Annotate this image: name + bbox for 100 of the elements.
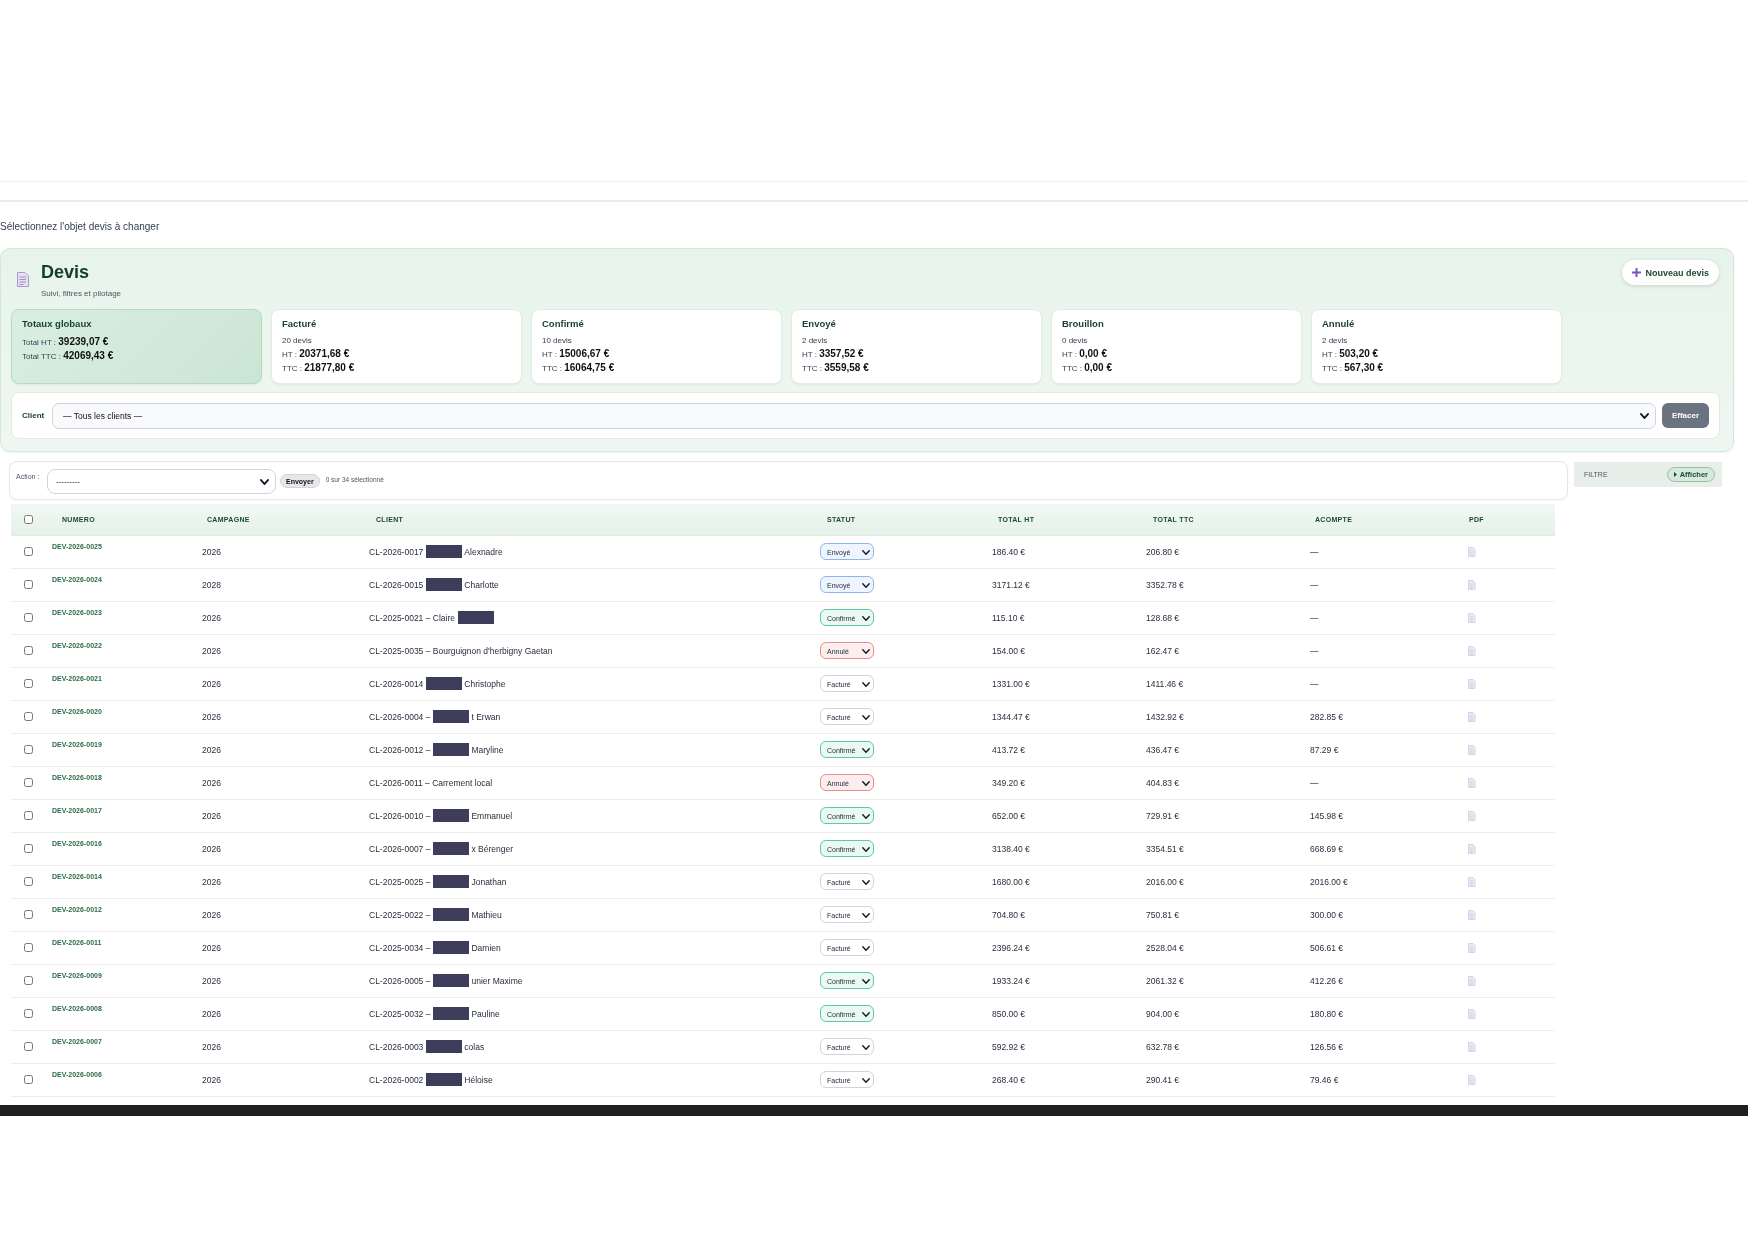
table-cell: 1344.47 € <box>987 700 1141 733</box>
table-cell: 2028 <box>197 568 364 601</box>
row-checkbox[interactable] <box>24 712 33 721</box>
table-cell: 115.10 € <box>987 601 1141 634</box>
row-checkbox[interactable] <box>24 580 33 589</box>
row-checkbox[interactable] <box>24 943 33 952</box>
chevron-icon <box>862 582 870 588</box>
amount-line: Total TTC : 42069,43 € <box>22 349 115 363</box>
amount-line: TTC : 21877,80 € <box>282 361 356 375</box>
document-icon <box>1468 975 1476 986</box>
row-checkbox[interactable] <box>24 778 33 787</box>
client-name: Jonathan <box>471 876 507 887</box>
new-quote-button[interactable]: Nouveau devis <box>1622 260 1719 285</box>
quote-count: 2 devis <box>802 335 829 347</box>
action-select[interactable]: --------- <box>47 469 276 494</box>
table-cell: 3354.51 € <box>1141 832 1305 865</box>
client-name: Pauline <box>471 1008 500 1019</box>
table-cell: 3138.40 € <box>987 832 1141 865</box>
chevron-icon <box>862 780 870 786</box>
table-cell: 632.78 € <box>1141 1030 1305 1063</box>
table-cell: 154.00 € <box>987 634 1141 667</box>
table-cell: 282.85 € <box>1305 700 1463 733</box>
table-cell: 206.80 € <box>1141 535 1305 568</box>
client-name: Mathieu <box>471 909 502 920</box>
table-cell: 2026 <box>197 1030 364 1063</box>
card-title: Envoyé <box>802 317 837 330</box>
card-title: Brouillon <box>1062 317 1105 330</box>
row-checkbox[interactable] <box>24 811 33 820</box>
redaction-block <box>433 974 470 987</box>
table-cell: 2026 <box>197 667 364 700</box>
amount-line: TTC : 567,30 € <box>1322 361 1385 375</box>
row-checkbox[interactable] <box>24 1075 33 1084</box>
row-checkbox[interactable] <box>24 646 33 655</box>
select-all-checkbox[interactable] <box>24 514 33 524</box>
client-name: CL-2025-0025 – <box>369 876 431 887</box>
row-checkbox[interactable] <box>24 613 33 622</box>
table-cell: 87.29 € <box>1305 733 1463 766</box>
document-icon <box>1468 777 1476 788</box>
client-name: CL-2026-0015 <box>369 579 424 590</box>
row-checkbox[interactable] <box>24 844 33 853</box>
table-cell: — <box>1305 634 1463 667</box>
clear-button[interactable]: Effacer <box>1662 403 1709 428</box>
document-icon <box>1468 579 1476 590</box>
row-checkbox[interactable] <box>24 745 33 754</box>
client-name: Maryline <box>471 744 504 755</box>
table-cell: — <box>1305 667 1463 700</box>
table-cell: 652.00 € <box>987 799 1141 832</box>
row-checkbox[interactable] <box>24 679 33 688</box>
client-name: CL-2025-0022 – <box>369 909 431 920</box>
table-cell: 2026 <box>197 964 364 997</box>
document-icon <box>1468 744 1476 755</box>
client-name: CL-2026-0010 – <box>369 810 431 821</box>
client-select[interactable]: — Tous les clients — <box>52 402 1656 429</box>
table-cell: 592.92 € <box>987 1030 1141 1063</box>
table-cell: 2026 <box>197 634 364 667</box>
chevron-icon <box>260 478 269 485</box>
redaction-block <box>433 842 470 855</box>
table-cell: 404.83 € <box>1141 766 1305 799</box>
table-cell: — <box>1305 568 1463 601</box>
redaction-block <box>433 1007 470 1020</box>
table-cell: 2026 <box>197 997 364 1030</box>
amount-line: HT : 3357,52 € <box>802 347 865 361</box>
chevron-icon <box>862 747 870 753</box>
quote-count: 2 devis <box>1322 335 1349 347</box>
table-cell: 2026 <box>197 733 364 766</box>
chevron-icon <box>862 681 870 687</box>
client-name: unier Maxime <box>471 975 523 986</box>
row-checkbox[interactable] <box>24 976 33 985</box>
redaction-block <box>426 1073 463 1086</box>
row-checkbox[interactable] <box>24 877 33 886</box>
client-name: Damien <box>471 942 501 953</box>
row-checkbox[interactable] <box>24 910 33 919</box>
client-name: Charlotte <box>464 579 499 590</box>
client-name: CL-2026-0002 <box>369 1074 424 1085</box>
redaction-block <box>433 941 470 954</box>
subtitle: Suivi, filtres et pilotage <box>41 288 123 300</box>
table-cell: 412.26 € <box>1305 964 1463 997</box>
table-cell: 668.69 € <box>1305 832 1463 865</box>
table-cell: 850.00 € <box>987 997 1141 1030</box>
row-checkbox[interactable] <box>24 547 33 556</box>
table-cell: 904.00 € <box>1141 997 1305 1030</box>
table-cell: 2026 <box>197 535 364 568</box>
table-cell: 126.56 € <box>1305 1030 1463 1063</box>
table-cell: 1331.00 € <box>987 667 1141 700</box>
amount-line: TTC : 3559,58 € <box>802 361 870 375</box>
client-name: CL-2025-0035 – Bourguignon d'herbigny Gaetan <box>369 645 553 656</box>
row-checkbox[interactable] <box>24 1009 33 1018</box>
table-cell: 413.72 € <box>987 733 1141 766</box>
table-cell: 2026 <box>197 931 364 964</box>
page-title: Sélectionnez l'objet devis à changer <box>0 220 161 234</box>
table-cell: 1933.24 € <box>987 964 1141 997</box>
table-cell: 436.47 € <box>1141 733 1305 766</box>
chevron-icon <box>1640 412 1649 419</box>
table-cell: 128.68 € <box>1141 601 1305 634</box>
row-checkbox[interactable] <box>24 1042 33 1051</box>
chevron-icon <box>862 912 870 918</box>
client-name: CL-2026-0007 – <box>369 843 431 854</box>
amount-line: TTC : 0,00 € <box>1062 361 1114 375</box>
chevron-icon <box>862 615 870 621</box>
document-icon <box>1468 645 1476 656</box>
